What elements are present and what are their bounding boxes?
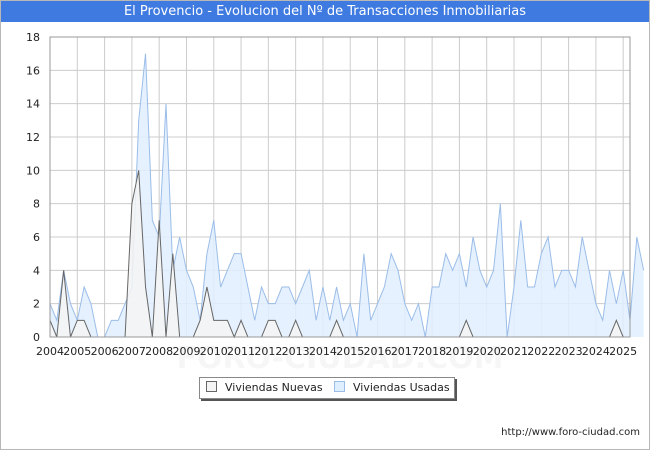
legend-item-nuevas: Viviendas Nuevas [206,381,323,395]
y-tick-label: 10 [26,164,40,177]
legend-swatch-nuevas [206,381,217,392]
x-tick-label: 2024 [582,345,610,358]
x-tick-label: 2015 [336,345,364,358]
legend-label-usadas: Viviendas Usadas [353,381,450,394]
x-tick-label: 2005 [63,345,91,358]
y-tick-label: 16 [26,64,40,77]
x-tick-label: 2022 [527,345,555,358]
x-tick-label: 2019 [445,345,473,358]
x-tick-label: 2025 [609,345,637,358]
y-tick-label: 4 [33,264,40,277]
x-tick-label: 2014 [309,345,337,358]
y-tick-label: 2 [33,298,40,311]
legend-item-usadas: Viviendas Usadas [334,381,450,395]
x-tick-label: 2021 [500,345,528,358]
y-tick-label: 12 [26,131,40,144]
x-tick-label: 2010 [200,345,228,358]
x-tick-label: 2023 [555,345,583,358]
x-tick-label: 2020 [473,345,501,358]
x-tick-label: 2017 [391,345,419,358]
x-tick-label: 2009 [172,345,200,358]
legend-swatch-usadas [334,381,345,392]
legend-label-nuevas: Viviendas Nuevas [225,381,323,394]
x-tick-label: 2006 [91,345,119,358]
x-tick-label: 2007 [118,345,146,358]
y-tick-label: 0 [33,331,40,344]
x-tick-label: 2013 [282,345,310,358]
x-tick-label: 2008 [145,345,173,358]
x-tick-label: 2011 [227,345,255,358]
y-tick-label: 8 [33,198,40,211]
x-tick-label: 2012 [254,345,282,358]
legend: Viviendas Nuevas Viviendas Usadas [199,377,455,399]
y-tick-label: 18 [26,31,40,44]
x-tick-label: 2016 [364,345,392,358]
x-tick-label: 2018 [418,345,446,358]
source-url: http://www.foro-ciudad.com [501,427,640,438]
y-tick-label: 6 [33,231,40,244]
x-tick-label: 2004 [36,345,64,358]
y-tick-label: 14 [26,98,40,111]
